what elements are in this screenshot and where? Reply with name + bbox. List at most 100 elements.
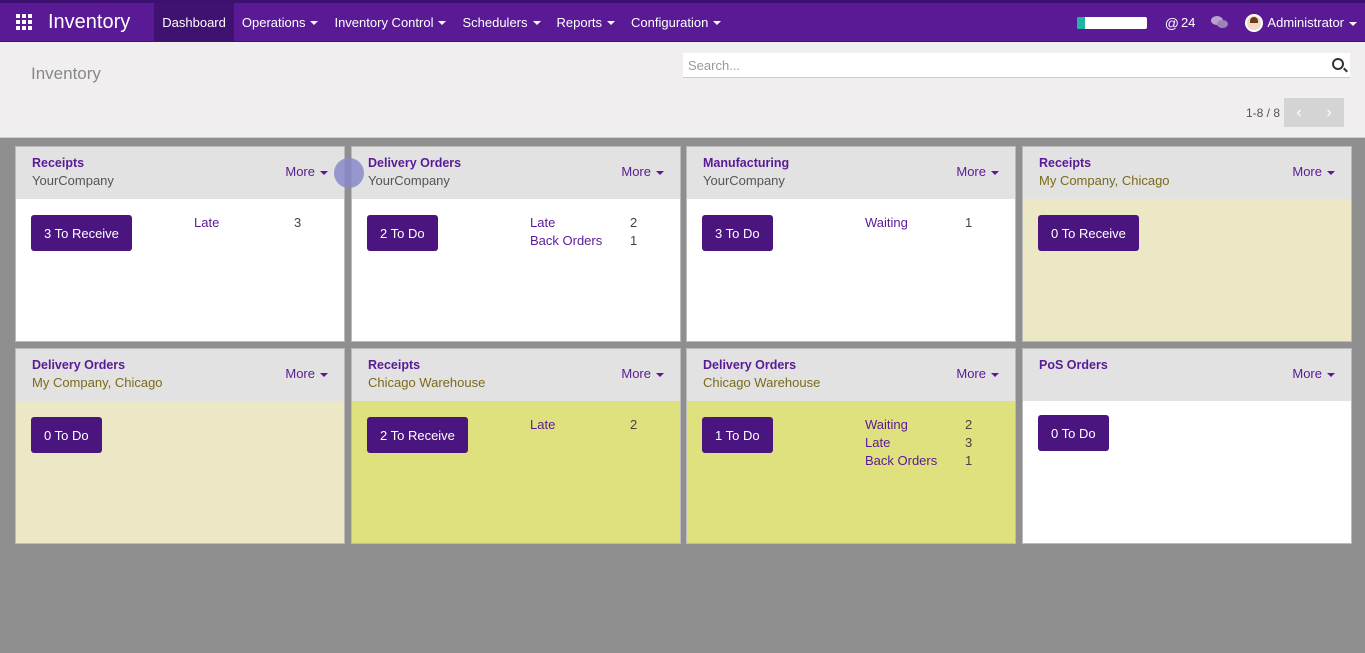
card-subtitle: YourCompany bbox=[703, 173, 785, 188]
menu-label: Schedulers bbox=[462, 15, 528, 30]
card-header: Receipts YourCompany More bbox=[16, 147, 344, 199]
stat-link[interactable]: Waiting bbox=[865, 417, 908, 432]
card-body: 0 To Receive bbox=[1023, 199, 1351, 341]
chevron-down-icon bbox=[991, 170, 999, 175]
chevron-down-icon bbox=[656, 372, 664, 377]
menu-inventory-control[interactable]: Inventory Control bbox=[326, 3, 454, 42]
more-dropdown[interactable]: More bbox=[1292, 164, 1335, 179]
stat-value: 2 bbox=[630, 215, 638, 230]
stat-value: 1 bbox=[965, 215, 973, 230]
more-dropdown[interactable]: More bbox=[285, 366, 328, 381]
stat-value: 1 bbox=[630, 233, 638, 248]
control-panel: Inventory 1-8 / 8 ‹ › bbox=[0, 42, 1365, 138]
more-label: More bbox=[621, 366, 651, 381]
card-title[interactable]: Delivery Orders bbox=[32, 358, 328, 372]
pager-next-button[interactable]: › bbox=[1314, 98, 1344, 127]
search-icon[interactable] bbox=[1332, 58, 1344, 70]
chevron-down-icon bbox=[713, 20, 722, 25]
card-body: 3 To Receive Late 3 bbox=[16, 199, 344, 341]
card-action-button[interactable]: 0 To Do bbox=[31, 417, 102, 453]
card-header: PoS Orders More bbox=[1023, 349, 1351, 401]
stat-value: 2 bbox=[630, 417, 638, 432]
more-label: More bbox=[1292, 164, 1322, 179]
menu-operations[interactable]: Operations bbox=[234, 3, 327, 42]
card-header: Receipts Chicago Warehouse More bbox=[352, 349, 680, 401]
stat-link[interactable]: Late bbox=[865, 435, 890, 450]
card-action-button[interactable]: 3 To Do bbox=[702, 215, 773, 251]
card-title[interactable]: Manufacturing bbox=[703, 156, 999, 170]
onboarding-progress-bar[interactable] bbox=[1076, 16, 1147, 29]
chevron-right-icon: › bbox=[1326, 103, 1332, 121]
card-subtitle: My Company, Chicago bbox=[32, 375, 163, 390]
stat-value: 1 bbox=[965, 453, 973, 468]
mentions-counter[interactable]: @ 24 bbox=[1165, 15, 1196, 31]
menu-dashboard[interactable]: Dashboard bbox=[154, 3, 234, 42]
card-subtitle: Chicago Warehouse bbox=[703, 375, 821, 390]
card-body: 2 To Receive Late 2 bbox=[352, 401, 680, 543]
more-label: More bbox=[1292, 366, 1322, 381]
more-dropdown[interactable]: More bbox=[285, 164, 328, 179]
pager-value[interactable]: 1-8 / 8 bbox=[1246, 106, 1280, 120]
card-title[interactable]: Delivery Orders bbox=[703, 358, 999, 372]
user-menu[interactable]: Administrator bbox=[1267, 15, 1357, 30]
more-label: More bbox=[621, 164, 651, 179]
card-title[interactable]: Delivery Orders bbox=[368, 156, 664, 170]
card-title[interactable]: PoS Orders bbox=[1039, 358, 1335, 372]
top-navbar: Inventory Dashboard Operations Inventory… bbox=[0, 0, 1365, 42]
card-body: 3 To Do Waiting 1 bbox=[687, 199, 1015, 341]
card-header: Delivery Orders YourCompany More bbox=[352, 147, 680, 199]
chevron-down-icon bbox=[1349, 21, 1357, 26]
menu-schedulers[interactable]: Schedulers bbox=[454, 3, 548, 42]
pager: 1-8 / 8 ‹ › bbox=[1246, 98, 1344, 127]
chevron-down-icon bbox=[310, 20, 319, 25]
dashboard-card: Delivery Orders My Company, Chicago More 0 … bbox=[15, 348, 345, 544]
stat-link[interactable]: Late bbox=[530, 417, 555, 432]
avatar[interactable] bbox=[1245, 13, 1264, 32]
card-title[interactable]: Receipts bbox=[32, 156, 328, 170]
card-subtitle: YourCompany bbox=[368, 173, 450, 188]
menu-label: Dashboard bbox=[162, 15, 226, 30]
more-dropdown[interactable]: More bbox=[1292, 366, 1335, 381]
menu-label: Inventory Control bbox=[334, 15, 434, 30]
dashboard-card: Receipts Chicago Warehouse More 2 To Receiv… bbox=[351, 348, 681, 544]
stat-link[interactable]: Late bbox=[530, 215, 555, 230]
card-subtitle: My Company, Chicago bbox=[1039, 173, 1170, 188]
more-dropdown[interactable]: More bbox=[621, 366, 664, 381]
stat-value: 3 bbox=[294, 215, 302, 230]
menu-reports[interactable]: Reports bbox=[549, 3, 624, 42]
app-brand[interactable]: Inventory bbox=[48, 11, 130, 34]
card-action-button[interactable]: 2 To Receive bbox=[367, 417, 468, 453]
card-action-button[interactable]: 1 To Do bbox=[702, 417, 773, 453]
stat-link[interactable]: Back Orders bbox=[530, 233, 602, 248]
search-input[interactable] bbox=[683, 53, 1313, 77]
more-dropdown[interactable]: More bbox=[956, 366, 999, 381]
card-subtitle: Chicago Warehouse bbox=[368, 375, 486, 390]
apps-grid-icon[interactable] bbox=[16, 14, 34, 30]
main-menu: Dashboard Operations Inventory Control S… bbox=[154, 3, 729, 42]
card-action-button[interactable]: 0 To Do bbox=[1038, 415, 1109, 451]
card-action-button[interactable]: 0 To Receive bbox=[1038, 215, 1139, 251]
card-title[interactable]: Receipts bbox=[1039, 156, 1335, 170]
mentions-count: 24 bbox=[1180, 15, 1196, 30]
card-action-button[interactable]: 3 To Receive bbox=[31, 215, 132, 251]
card-title[interactable]: Receipts bbox=[368, 358, 664, 372]
more-dropdown[interactable]: More bbox=[956, 164, 999, 179]
card-body: 2 To Do Late 2 Back Orders 1 bbox=[352, 199, 680, 341]
chevron-down-icon bbox=[320, 372, 328, 377]
dashboard-card: Manufacturing YourCompany More 3 To Do Waiti… bbox=[686, 146, 1016, 342]
card-action-button[interactable]: 2 To Do bbox=[367, 215, 438, 251]
chevron-down-icon bbox=[991, 372, 999, 377]
pager-previous-button[interactable]: ‹ bbox=[1284, 98, 1314, 127]
chat-icon[interactable] bbox=[1211, 15, 1229, 30]
card-header: Receipts My Company, Chicago More bbox=[1023, 147, 1351, 199]
stat-link[interactable]: Late bbox=[194, 215, 219, 230]
card-subtitle: YourCompany bbox=[32, 173, 114, 188]
more-dropdown[interactable]: More bbox=[621, 164, 664, 179]
at-icon: @ bbox=[1164, 14, 1179, 31]
search-bar bbox=[683, 53, 1350, 78]
stat-link[interactable]: Waiting bbox=[865, 215, 908, 230]
menu-configuration[interactable]: Configuration bbox=[623, 3, 729, 42]
stat-link[interactable]: Back Orders bbox=[865, 453, 937, 468]
page-title: Inventory bbox=[31, 64, 101, 83]
more-label: More bbox=[285, 164, 315, 179]
